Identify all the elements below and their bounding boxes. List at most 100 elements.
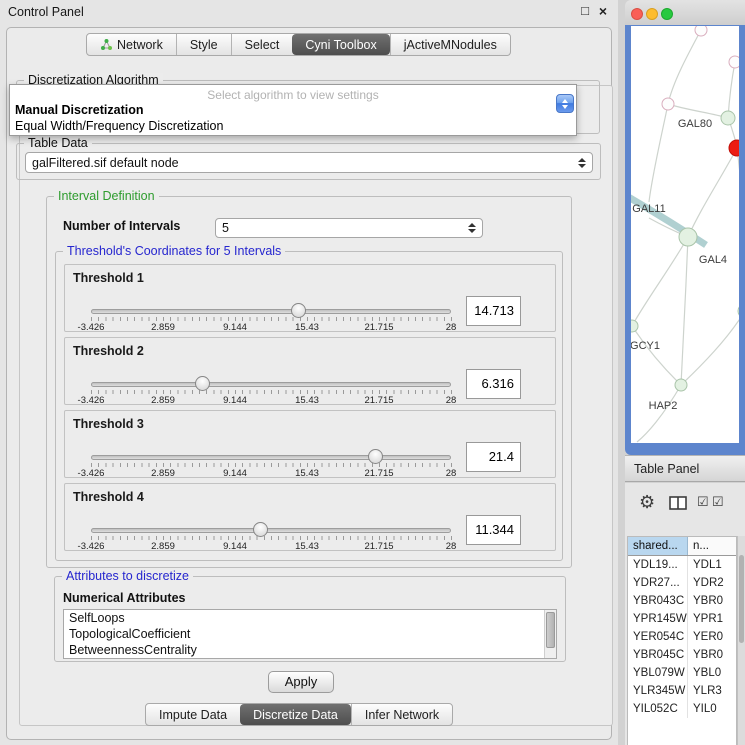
checkbox-icon[interactable]: ☑ xyxy=(697,494,709,510)
network-edge[interactable] xyxy=(632,326,681,385)
checkbox-icon[interactable]: ☑ xyxy=(712,494,724,510)
table-row[interactable]: YBR043CYBR0 xyxy=(628,592,736,610)
network-node-green[interactable] xyxy=(675,379,687,391)
network-node-green[interactable] xyxy=(738,304,739,318)
network-node-green[interactable] xyxy=(679,228,697,246)
table-cell[interactable]: YBR0 xyxy=(688,646,736,664)
table-cell[interactable]: YBR043C xyxy=(628,592,688,610)
network-node-green[interactable] xyxy=(631,320,638,332)
table-row[interactable]: YPR145WYPR1 xyxy=(628,610,736,628)
apply-button[interactable]: Apply xyxy=(268,671,334,693)
scrollbar-thumb[interactable] xyxy=(546,612,555,648)
network-edge[interactable] xyxy=(632,237,688,326)
tab-discretize-data[interactable]: Discretize Data xyxy=(240,704,351,725)
slider-thumb[interactable] xyxy=(368,449,383,464)
table-cell[interactable]: YIL0 xyxy=(688,700,736,718)
dropdown-item-equal-width-frequency[interactable]: Equal Width/Frequency Discretization xyxy=(10,118,576,134)
table-row[interactable]: YBR045CYBR0 xyxy=(628,646,736,664)
slider-thumb[interactable] xyxy=(195,376,210,391)
network-edge[interactable] xyxy=(681,311,739,385)
network-node-red[interactable] xyxy=(729,140,739,156)
column-header-shared[interactable]: shared... xyxy=(628,537,688,555)
close-traffic-light[interactable] xyxy=(631,8,643,20)
column-header-n[interactable]: n... xyxy=(688,537,736,555)
table-scrollbar[interactable] xyxy=(737,536,745,745)
network-canvas[interactable]: GAL80GAL11GAL4GCY1HAP2 xyxy=(631,26,739,443)
network-edge[interactable] xyxy=(637,385,681,442)
slider-track[interactable] xyxy=(91,455,451,460)
threshold-slider[interactable]: -3.4262.8599.14415.4321.71528 xyxy=(85,374,461,404)
number-of-intervals-combobox[interactable]: 5 xyxy=(215,218,483,238)
network-edge[interactable] xyxy=(649,104,668,202)
table-cell[interactable]: YDL19... xyxy=(628,556,688,574)
network-edge[interactable] xyxy=(668,30,701,104)
network-node-plain[interactable] xyxy=(695,26,707,36)
table-row[interactable]: YER054CYER0 xyxy=(628,628,736,646)
list-item-selfloops[interactable]: SelfLoops xyxy=(64,610,556,626)
tab-select[interactable]: Select xyxy=(231,34,293,55)
table-cell[interactable]: YLR345W xyxy=(628,682,688,700)
threshold-value-field[interactable]: 21.4 xyxy=(466,442,521,472)
threshold-value-field[interactable]: 11.344 xyxy=(466,515,521,545)
network-node-plain[interactable] xyxy=(662,98,674,110)
tab-impute-data[interactable]: Impute Data xyxy=(146,704,240,725)
threshold-slider[interactable]: -3.4262.8599.14415.4321.71528 xyxy=(85,301,461,331)
scrollbar-thumb[interactable] xyxy=(739,555,744,643)
table-row[interactable]: YIL052CYIL0 xyxy=(628,700,736,718)
zoom-traffic-light[interactable] xyxy=(661,8,673,20)
threshold-value-field[interactable]: 6.316 xyxy=(466,369,521,399)
slider-track[interactable] xyxy=(91,528,451,533)
table-cell[interactable]: YDL1 xyxy=(688,556,736,574)
table-row[interactable]: YDR27...YDR2 xyxy=(628,574,736,592)
table-row[interactable]: YDL19...YDL1 xyxy=(628,556,736,574)
network-edge[interactable] xyxy=(737,148,739,311)
network-edge[interactable] xyxy=(688,148,737,237)
minimize-traffic-light[interactable] xyxy=(646,8,658,20)
network-node-green[interactable] xyxy=(721,111,735,125)
tab-infer-network[interactable]: Infer Network xyxy=(351,704,452,725)
table-cell[interactable]: YBR0 xyxy=(688,592,736,610)
table-row[interactable]: YLR345WYLR3 xyxy=(628,682,736,700)
table-data-combobox[interactable]: galFiltered.sif default node xyxy=(25,152,593,173)
algorithm-combobox-arrow-button[interactable] xyxy=(556,94,574,113)
table-cell[interactable]: YDR27... xyxy=(628,574,688,592)
list-item-topologicalcoefficient[interactable]: TopologicalCoefficient xyxy=(64,626,556,642)
float-window-icon[interactable]: □ xyxy=(577,3,593,18)
table-cell[interactable]: YER054C xyxy=(628,628,688,646)
table-row[interactable]: YBL079WYBL0 xyxy=(628,664,736,682)
network-edge[interactable] xyxy=(728,62,735,118)
threshold-value-field[interactable]: 14.713 xyxy=(466,296,521,326)
table-cell[interactable]: YLR3 xyxy=(688,682,736,700)
threshold-slider[interactable]: -3.4262.8599.14415.4321.71528 xyxy=(85,520,461,550)
network-edge[interactable] xyxy=(668,104,728,118)
tab-cyni-toolbox[interactable]: Cyni Toolbox xyxy=(292,34,389,55)
tab-style[interactable]: Style xyxy=(176,34,231,55)
table-cell[interactable]: YER0 xyxy=(688,628,736,646)
table-cell[interactable]: YBR045C xyxy=(628,646,688,664)
slider-track[interactable] xyxy=(91,382,451,387)
tab-jactivemnodules[interactable]: jActiveMNodules xyxy=(390,34,510,55)
slider-thumb[interactable] xyxy=(253,522,268,537)
threshold-slider[interactable]: -3.4262.8599.14415.4321.71528 xyxy=(85,447,461,477)
table-cell[interactable]: YBL079W xyxy=(628,664,688,682)
slider-thumb[interactable] xyxy=(291,303,306,318)
threshold-label: Threshold 1 xyxy=(73,271,144,285)
slider-track[interactable] xyxy=(91,309,451,314)
network-edge[interactable] xyxy=(681,237,688,385)
list-scrollbar[interactable] xyxy=(544,610,556,658)
list-item-betweennesscentrality[interactable]: BetweennessCentrality xyxy=(64,642,556,658)
dropdown-item-manual-discretization[interactable]: Manual Discretization xyxy=(10,102,576,118)
numerical-attributes-list[interactable]: SelfLoopsTopologicalCoefficientBetweenne… xyxy=(63,609,557,659)
columns-icon[interactable] xyxy=(669,496,687,515)
gear-icon[interactable]: ⚙ xyxy=(639,492,655,513)
table-cell[interactable]: YDR2 xyxy=(688,574,736,592)
control-panel: Control Panel □ × NetworkStyleSelectCyni… xyxy=(0,0,618,745)
tick-label: 15.43 xyxy=(295,468,319,479)
network-node-plain[interactable] xyxy=(729,56,739,68)
close-icon[interactable]: × xyxy=(595,3,611,19)
table-cell[interactable]: YPR1 xyxy=(688,610,736,628)
table-cell[interactable]: YBL0 xyxy=(688,664,736,682)
table-cell[interactable]: YIL052C xyxy=(628,700,688,718)
tab-network[interactable]: Network xyxy=(87,34,176,55)
table-cell[interactable]: YPR145W xyxy=(628,610,688,628)
